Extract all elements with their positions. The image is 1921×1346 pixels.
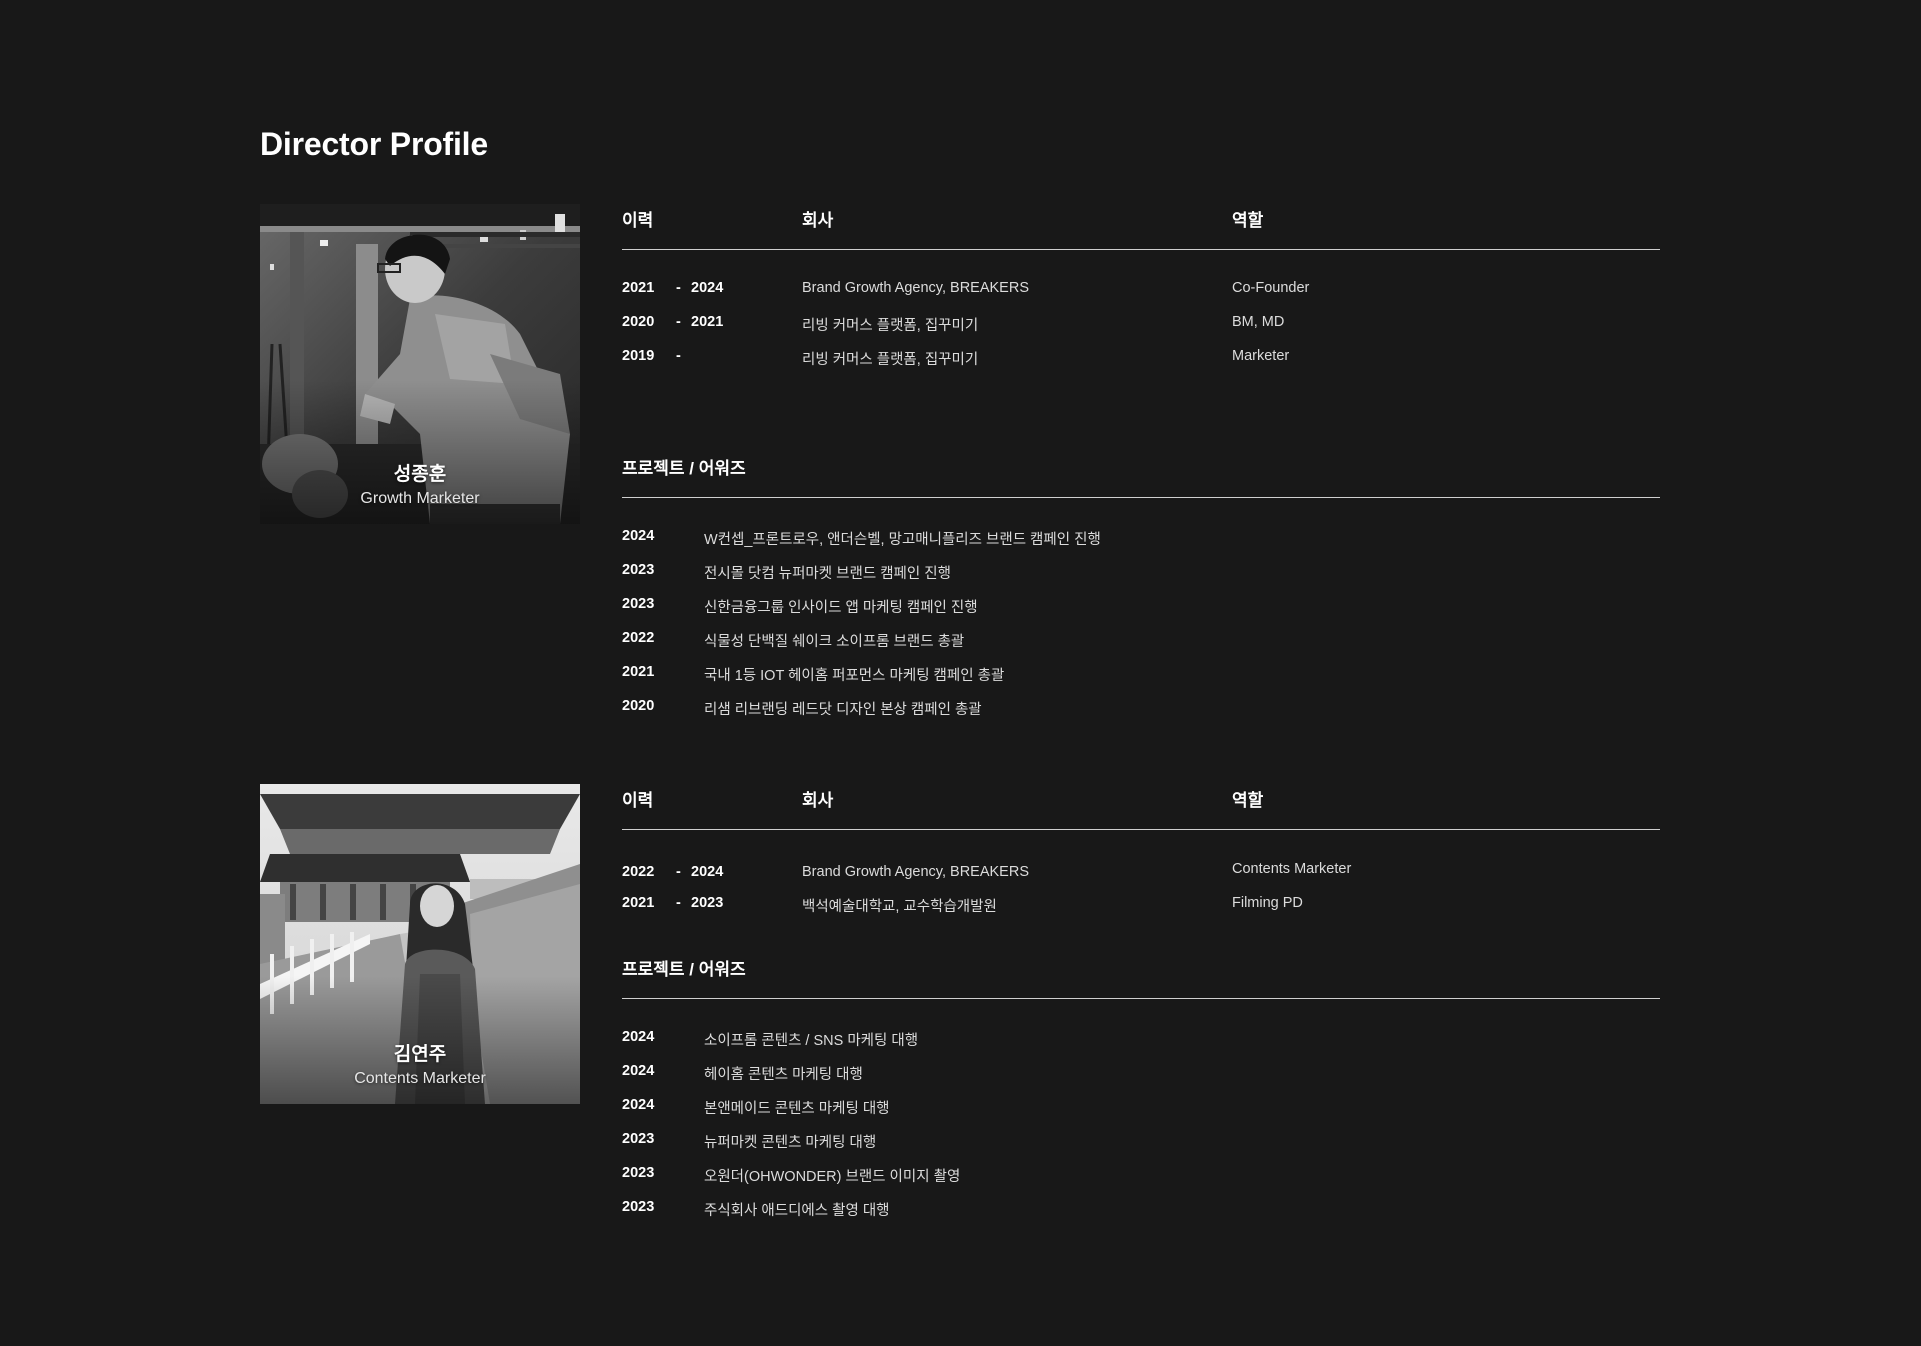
photo-caption: 성종훈 Growth Marketer: [260, 459, 580, 508]
career-row: 2019 - 리빙 커머스 플랫폼, 집꾸미기 Marketer: [622, 348, 1660, 382]
project-row: 2021 국내 1등 IOT 헤이홈 퍼포먼스 마케팅 캠페인 총괄: [622, 664, 1660, 698]
project-row: 2024 헤이홈 콘텐츠 마케팅 대행: [622, 1063, 1660, 1097]
career-period-header: 이력: [622, 791, 654, 810]
director-name: 김연주: [393, 1044, 447, 1065]
career-role-header: 역할: [1232, 791, 1264, 810]
career-dash: -: [676, 864, 681, 880]
director-role: Contents Marketer: [354, 1070, 486, 1087]
career-table-header: 이력 회사 역할: [622, 784, 1660, 830]
project-title: 신한금융그룹 인사이드 앱 마케팅 캠페인 진행: [704, 600, 978, 616]
project-row: 2023 주식회사 애드디에스 촬영 대행: [622, 1199, 1660, 1233]
career-role: Co-Founder: [1232, 280, 1310, 296]
projects-header: 프로젝트 / 어워즈: [622, 953, 1660, 999]
career-company: 리빙 커머스 플랫폼, 집꾸미기: [802, 352, 979, 368]
project-year: 2020: [622, 698, 655, 714]
career-company: 백석예술대학교, 교수학습개발원: [802, 899, 997, 915]
career-row: 2022 - 2024 Brand Growth Agency, BREAKER…: [622, 861, 1660, 895]
project-title: 주식회사 애드디에스 촬영 대행: [704, 1203, 890, 1219]
career-start-year: 2020: [622, 314, 655, 330]
project-title: W컨셉_프론트로우, 앤더슨벨, 망고매니플리즈 브랜드 캠페인 진행: [704, 532, 1101, 548]
page-title: Director Profile: [260, 126, 488, 162]
project-title: 본앤메이드 콘텐츠 마케팅 대행: [704, 1101, 890, 1117]
career-dash: -: [676, 280, 681, 296]
career-role: Marketer: [1232, 348, 1290, 364]
project-row: 2023 뉴퍼마켓 콘텐츠 마케팅 대행: [622, 1131, 1660, 1165]
project-year: 2024: [622, 528, 655, 544]
career-end-year: 2024: [691, 864, 724, 880]
project-year: 2023: [622, 596, 655, 612]
projects-header: 프로젝트 / 어워즈: [622, 452, 1660, 498]
project-row: 2023 오원더(OHWONDER) 브랜드 이미지 촬영: [622, 1165, 1660, 1199]
career-row: 2021 - 2023 백석예술대학교, 교수학습개발원 Filming PD: [622, 895, 1660, 929]
career-end-year: 2021: [691, 314, 724, 330]
career-row: 2021 - 2024 Brand Growth Agency, BREAKER…: [622, 280, 1660, 314]
career-role: Contents Marketer: [1232, 861, 1352, 877]
director-name: 성종훈: [393, 464, 447, 485]
career-dash: -: [676, 314, 681, 330]
career-end-year: 2024: [691, 280, 724, 296]
projects-list: 2024 소이프롬 콘텐츠 / SNS 마케팅 대행 2024 헤이홈 콘텐츠 …: [622, 999, 1660, 1233]
career-company: Brand Growth Agency, BREAKERS: [802, 280, 1030, 296]
career-period-header: 이력: [622, 211, 654, 230]
director-photo: 김연주 Contents Marketer: [260, 784, 580, 1104]
project-year: 2021: [622, 664, 655, 680]
career-role: Filming PD: [1232, 895, 1303, 911]
career-start-year: 2019: [622, 348, 655, 364]
director-details: 이력 회사 역할 2022 - 2024 Brand Growth Agency…: [622, 784, 1660, 1233]
project-year: 2022: [622, 630, 655, 646]
project-year: 2023: [622, 1165, 655, 1181]
photo-caption: 김연주 Contents Marketer: [260, 1039, 580, 1088]
project-row: 2024 본앤메이드 콘텐츠 마케팅 대행: [622, 1097, 1660, 1131]
career-table-header: 이력 회사 역할: [622, 204, 1660, 250]
director-photo: 성종훈 Growth Marketer: [260, 204, 580, 524]
project-year: 2024: [622, 1029, 655, 1045]
career-end-year: 2023: [691, 895, 724, 911]
project-title: 국내 1등 IOT 헤이홈 퍼포먼스 마케팅 캠페인 총괄: [704, 668, 1005, 684]
project-title: 헤이홈 콘텐츠 마케팅 대행: [704, 1067, 863, 1083]
project-row: 2024 소이프롬 콘텐츠 / SNS 마케팅 대행: [622, 1029, 1660, 1063]
career-start-year: 2021: [622, 895, 655, 911]
career-company: 리빙 커머스 플랫폼, 집꾸미기: [802, 318, 979, 334]
career-list: 2022 - 2024 Brand Growth Agency, BREAKER…: [622, 830, 1660, 929]
director-details: 이력 회사 역할 2021 - 2024 Brand Growth Agency…: [622, 204, 1660, 732]
project-year: 2024: [622, 1097, 655, 1113]
project-year: 2023: [622, 1131, 655, 1147]
career-start-year: 2022: [622, 864, 655, 880]
career-company-header: 회사: [802, 211, 834, 230]
career-role: BM, MD: [1232, 314, 1285, 330]
project-title: 식물성 단백질 쉐이크 소이프롬 브랜드 총괄: [704, 634, 965, 650]
project-row: 2022 식물성 단백질 쉐이크 소이프롬 브랜드 총괄: [622, 630, 1660, 664]
project-title: 오원더(OHWONDER) 브랜드 이미지 촬영: [704, 1169, 961, 1185]
projects-heading: 프로젝트 / 어워즈: [622, 960, 746, 979]
career-dash: -: [676, 348, 681, 364]
project-year: 2023: [622, 1199, 655, 1215]
project-row: 2023 전시몰 닷컴 뉴퍼마켓 브랜드 캠페인 진행: [622, 562, 1660, 596]
project-title: 소이프롬 콘텐츠 / SNS 마케팅 대행: [704, 1033, 919, 1049]
career-role-header: 역할: [1232, 211, 1264, 230]
career-start-year: 2021: [622, 280, 655, 296]
director-role: Growth Marketer: [360, 490, 480, 507]
career-company-header: 회사: [802, 791, 834, 810]
project-title: 리샘 리브랜딩 레드닷 디자인 본상 캠페인 총괄: [704, 702, 982, 718]
project-year: 2024: [622, 1063, 655, 1079]
project-row: 2023 신한금융그룹 인사이드 앱 마케팅 캠페인 진행: [622, 596, 1660, 630]
project-title: 전시몰 닷컴 뉴퍼마켓 브랜드 캠페인 진행: [704, 566, 951, 582]
projects-list: 2024 W컨셉_프론트로우, 앤더슨벨, 망고매니플리즈 브랜드 캠페인 진행…: [622, 498, 1660, 732]
project-row: 2024 W컨셉_프론트로우, 앤더슨벨, 망고매니플리즈 브랜드 캠페인 진행: [622, 528, 1660, 562]
career-row: 2020 - 2021 리빙 커머스 플랫폼, 집꾸미기 BM, MD: [622, 314, 1660, 348]
project-row: 2020 리샘 리브랜딩 레드닷 디자인 본상 캠페인 총괄: [622, 698, 1660, 732]
career-dash: -: [676, 895, 681, 911]
project-title: 뉴퍼마켓 콘텐츠 마케팅 대행: [704, 1135, 877, 1151]
career-list: 2021 - 2024 Brand Growth Agency, BREAKER…: [622, 250, 1660, 382]
projects-heading: 프로젝트 / 어워즈: [622, 459, 746, 478]
project-year: 2023: [622, 562, 655, 578]
career-company: Brand Growth Agency, BREAKERS: [802, 864, 1030, 880]
